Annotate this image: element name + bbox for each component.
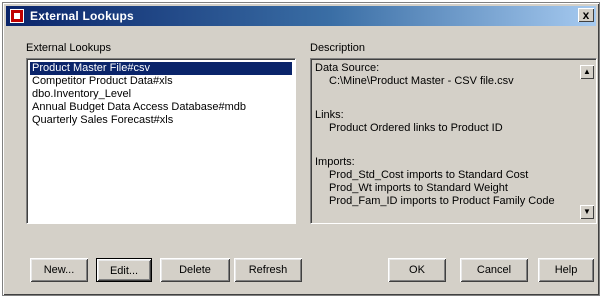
description-box: Data Source: C:\Mine\Product Master - CS… — [310, 58, 597, 224]
desc-line: Product Ordered links to Product ID — [329, 122, 503, 134]
list-item[interactable]: dbo.Inventory_Level — [30, 88, 133, 101]
desc-line: Prod_Fam_ID imports to Product Family Co… — [329, 195, 555, 207]
description-label: Description — [310, 42, 366, 54]
ok-button[interactable]: OK — [388, 258, 446, 282]
delete-button[interactable]: Delete — [160, 258, 230, 282]
list-item[interactable]: Competitor Product Data#xls — [30, 75, 175, 88]
dialog-icon — [10, 9, 24, 23]
edit-button[interactable]: Edit... — [96, 258, 152, 282]
list-item[interactable]: Annual Budget Data Access Database#mdb — [30, 101, 248, 114]
window-title: External Lookups — [30, 9, 134, 23]
cancel-button[interactable]: Cancel — [460, 258, 528, 282]
desc-line: Data Source: — [315, 62, 380, 74]
lookups-label: External Lookups — [26, 42, 111, 54]
lookups-listbox[interactable]: Product Master File#csv Competitor Produ… — [26, 58, 296, 224]
title-bar[interactable]: External Lookups x — [6, 6, 596, 26]
scroll-up-icon[interactable]: ▲ — [580, 65, 594, 79]
desc-line: Imports: — [315, 156, 355, 168]
desc-line: Prod_Std_Cost imports to Standard Cost — [329, 169, 529, 181]
desc-line: Prod_Wt imports to Standard Weight — [329, 182, 508, 194]
help-button[interactable]: Help — [538, 258, 594, 282]
list-item[interactable]: Quarterly Sales Forecast#xls — [30, 114, 175, 127]
new-button[interactable]: New... — [30, 258, 88, 282]
refresh-button[interactable]: Refresh — [234, 258, 302, 282]
list-item[interactable]: Product Master File#csv — [30, 62, 292, 75]
close-button[interactable]: x — [578, 8, 594, 22]
scroll-down-icon[interactable]: ▼ — [580, 205, 594, 219]
desc-line: C:\Mine\Product Master - CSV file.csv — [329, 75, 514, 87]
desc-line: Links: — [315, 109, 344, 121]
